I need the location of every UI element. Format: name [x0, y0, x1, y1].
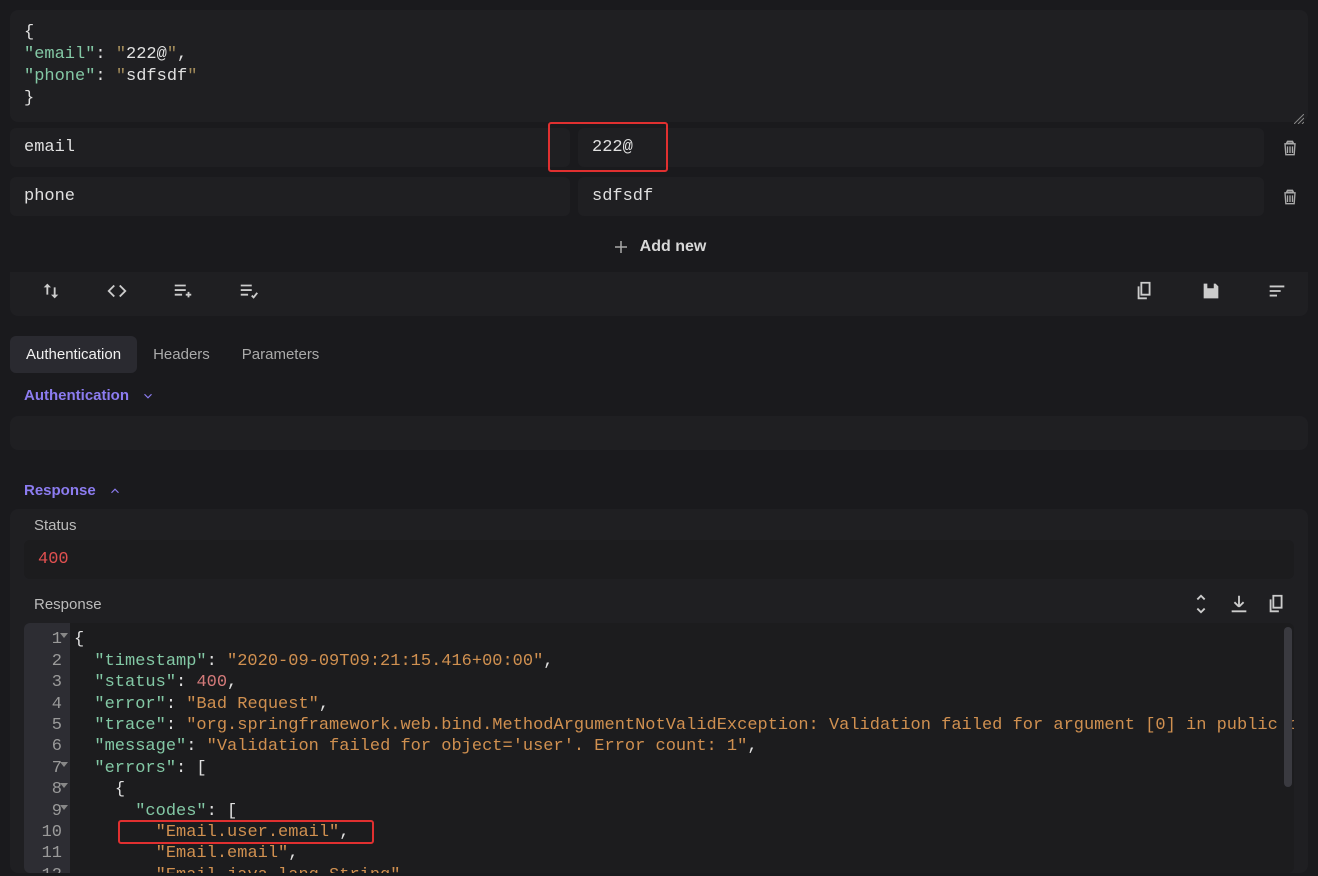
response-panel: Status 400 Response 123456789101112 { "t…	[10, 509, 1308, 873]
add-new-label: Add new	[640, 238, 707, 256]
code-line: "codes": [	[74, 801, 1294, 822]
request-body-json[interactable]: { "email": "222@", "phone": "sdfsdf"}	[10, 10, 1308, 122]
code-line: {	[74, 779, 1294, 800]
code-line: {	[74, 629, 1294, 650]
code-line: "status": 400,	[74, 672, 1294, 693]
code-icon[interactable]	[106, 280, 128, 302]
scrollbar-thumb[interactable]	[1284, 627, 1292, 787]
request-tabs: Authentication Headers Parameters	[10, 336, 1308, 373]
code-line: "Email.email",	[74, 843, 1294, 864]
body-toolbar	[10, 272, 1308, 316]
response-section-label: Response	[24, 482, 96, 499]
response-body-label: Response	[34, 596, 102, 613]
chevron-up-icon	[108, 484, 122, 498]
save-icon[interactable]	[1200, 280, 1222, 302]
add-new-button[interactable]: Add new	[0, 226, 1318, 272]
code-line: "Email.user.email",	[74, 822, 1294, 843]
param-key-input[interactable]	[10, 128, 570, 167]
notes-icon[interactable]	[1266, 280, 1288, 302]
authentication-section-toggle[interactable]: Authentication	[10, 381, 1308, 410]
unfold-icon[interactable]	[1190, 593, 1212, 615]
playlist-add-icon[interactable]	[172, 280, 194, 302]
tab-parameters[interactable]: Parameters	[226, 336, 336, 373]
code-line: "trace": "org.springframework.web.bind.M…	[74, 715, 1294, 736]
authentication-panel	[10, 416, 1308, 450]
plus-icon	[612, 238, 630, 256]
chevron-down-icon	[141, 389, 155, 403]
swap-vert-icon[interactable]	[40, 280, 62, 302]
code-line: "error": "Bad Request",	[74, 694, 1294, 715]
param-value-input[interactable]	[578, 128, 1264, 167]
authentication-section-label: Authentication	[24, 387, 129, 404]
param-value-input[interactable]	[578, 177, 1264, 216]
playlist-check-icon[interactable]	[238, 280, 260, 302]
highlight-wrapper	[578, 128, 1264, 167]
delete-row-button[interactable]	[1272, 187, 1308, 207]
param-row	[10, 128, 1308, 167]
download-icon[interactable]	[1228, 593, 1250, 615]
response-code-viewer[interactable]: 123456789101112 { "timestamp": "2020-09-…	[24, 623, 1294, 873]
code-line: "timestamp": "2020-09-09T09:21:15.416+00…	[74, 651, 1294, 672]
trash-icon	[1280, 187, 1300, 207]
trash-icon	[1280, 138, 1300, 158]
tab-headers[interactable]: Headers	[137, 336, 226, 373]
resize-handle-icon[interactable]	[1294, 110, 1304, 120]
copy-response-icon[interactable]	[1266, 593, 1288, 615]
param-row	[10, 177, 1308, 216]
code-line: "message": "Validation failed for object…	[74, 736, 1294, 757]
code-line: "Email.java.lang.String"	[74, 865, 1294, 874]
param-key-input[interactable]	[10, 177, 570, 216]
delete-row-button[interactable]	[1272, 138, 1308, 158]
code-line: "errors": [	[74, 758, 1294, 779]
response-section-toggle[interactable]: Response	[10, 476, 1308, 505]
status-value: 400	[24, 540, 1294, 579]
copy-icon[interactable]	[1134, 280, 1156, 302]
status-label: Status	[10, 509, 1308, 540]
tab-authentication[interactable]: Authentication	[10, 336, 137, 373]
